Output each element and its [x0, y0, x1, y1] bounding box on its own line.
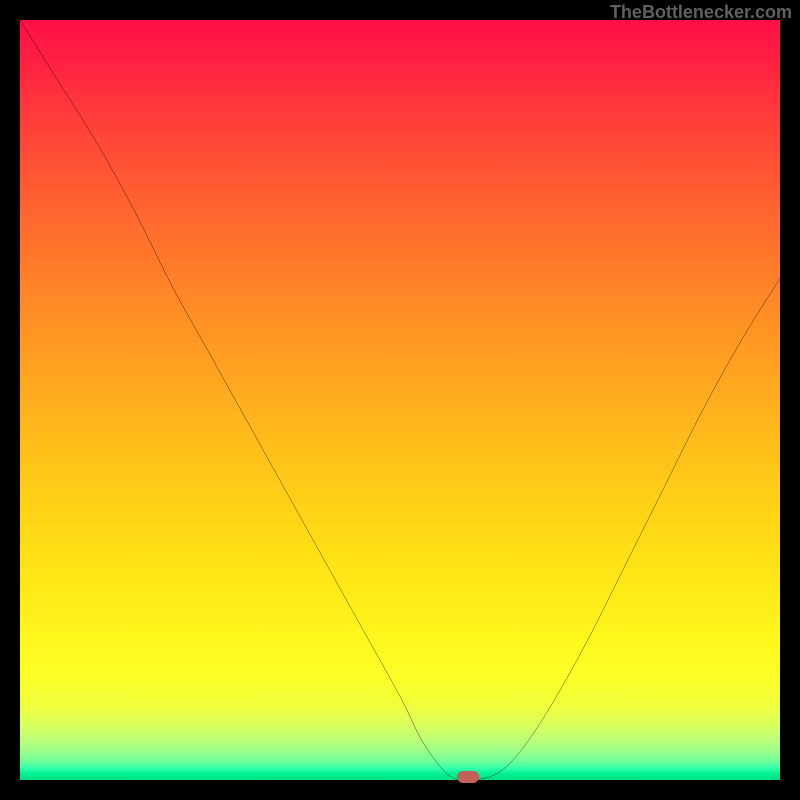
chart-frame: TheBottlenecker.com	[0, 0, 800, 800]
bottleneck-curve	[20, 20, 780, 780]
optimal-point-marker	[457, 771, 479, 783]
plot-area	[20, 20, 780, 780]
attribution-text: TheBottlenecker.com	[610, 2, 792, 23]
